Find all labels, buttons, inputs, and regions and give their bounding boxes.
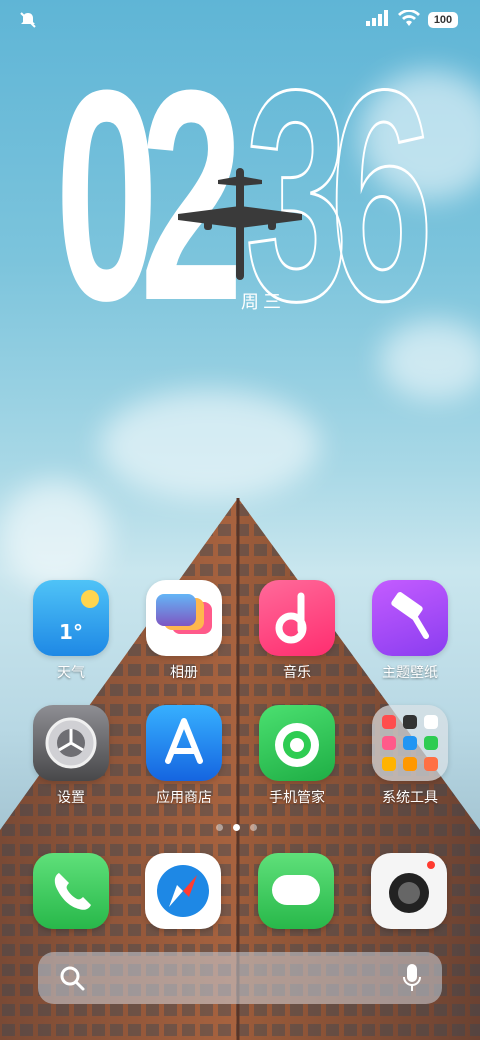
app-label: 主题壁纸 — [382, 665, 438, 681]
app-label: 手机管家 — [269, 790, 325, 806]
camera-icon[interactable] — [371, 853, 447, 929]
app-store[interactable]: 应用商店 — [144, 705, 224, 807]
phone-icon[interactable] — [33, 853, 109, 929]
page-indicator[interactable] — [216, 824, 257, 831]
search-bar[interactable] — [38, 952, 442, 1004]
gallery-icon — [146, 580, 222, 656]
home-screen: 100 02 36 周三 1° 天气 相册 音乐 主题壁纸 设置 应用商店 手机… — [0, 0, 480, 1040]
app-label: 设置 — [57, 790, 85, 806]
app-weather[interactable]: 1° 天气 — [31, 580, 111, 682]
clock-weekday: 周三 — [241, 292, 285, 313]
app-store-icon — [146, 705, 222, 781]
app-gallery[interactable]: 相册 — [144, 580, 224, 682]
app-music[interactable]: 音乐 — [257, 580, 337, 682]
app-label: 相册 — [170, 665, 198, 681]
app-label: 天气 — [57, 665, 85, 681]
app-theme[interactable]: 主题壁纸 — [370, 580, 450, 682]
page-dot[interactable] — [216, 824, 223, 831]
app-label: 系统工具 — [382, 790, 438, 806]
browser-icon[interactable] — [145, 853, 221, 929]
music-icon — [259, 580, 335, 656]
weather-icon: 1° — [33, 580, 109, 656]
folder-system-tools[interactable]: 系统工具 — [370, 705, 450, 807]
system-tools-folder-icon — [372, 705, 448, 781]
weather-temperature: 1° — [59, 620, 83, 644]
page-dot-active[interactable] — [233, 824, 240, 831]
app-phone-manager[interactable]: 手机管家 — [257, 705, 337, 807]
search-icon[interactable] — [58, 964, 86, 996]
sun-icon — [81, 590, 99, 608]
battery-icon: 100 — [428, 12, 458, 28]
app-settings[interactable]: 设置 — [31, 705, 111, 807]
airplane-icon — [178, 168, 302, 284]
phone-manager-icon — [259, 705, 335, 781]
messages-icon[interactable] — [258, 853, 334, 929]
microphone-icon[interactable] — [402, 964, 422, 996]
settings-icon — [33, 705, 109, 781]
app-label: 音乐 — [283, 665, 311, 681]
theme-icon — [372, 580, 448, 656]
app-label: 应用商店 — [156, 790, 212, 806]
mute-icon — [18, 10, 38, 34]
page-dot[interactable] — [250, 824, 257, 831]
